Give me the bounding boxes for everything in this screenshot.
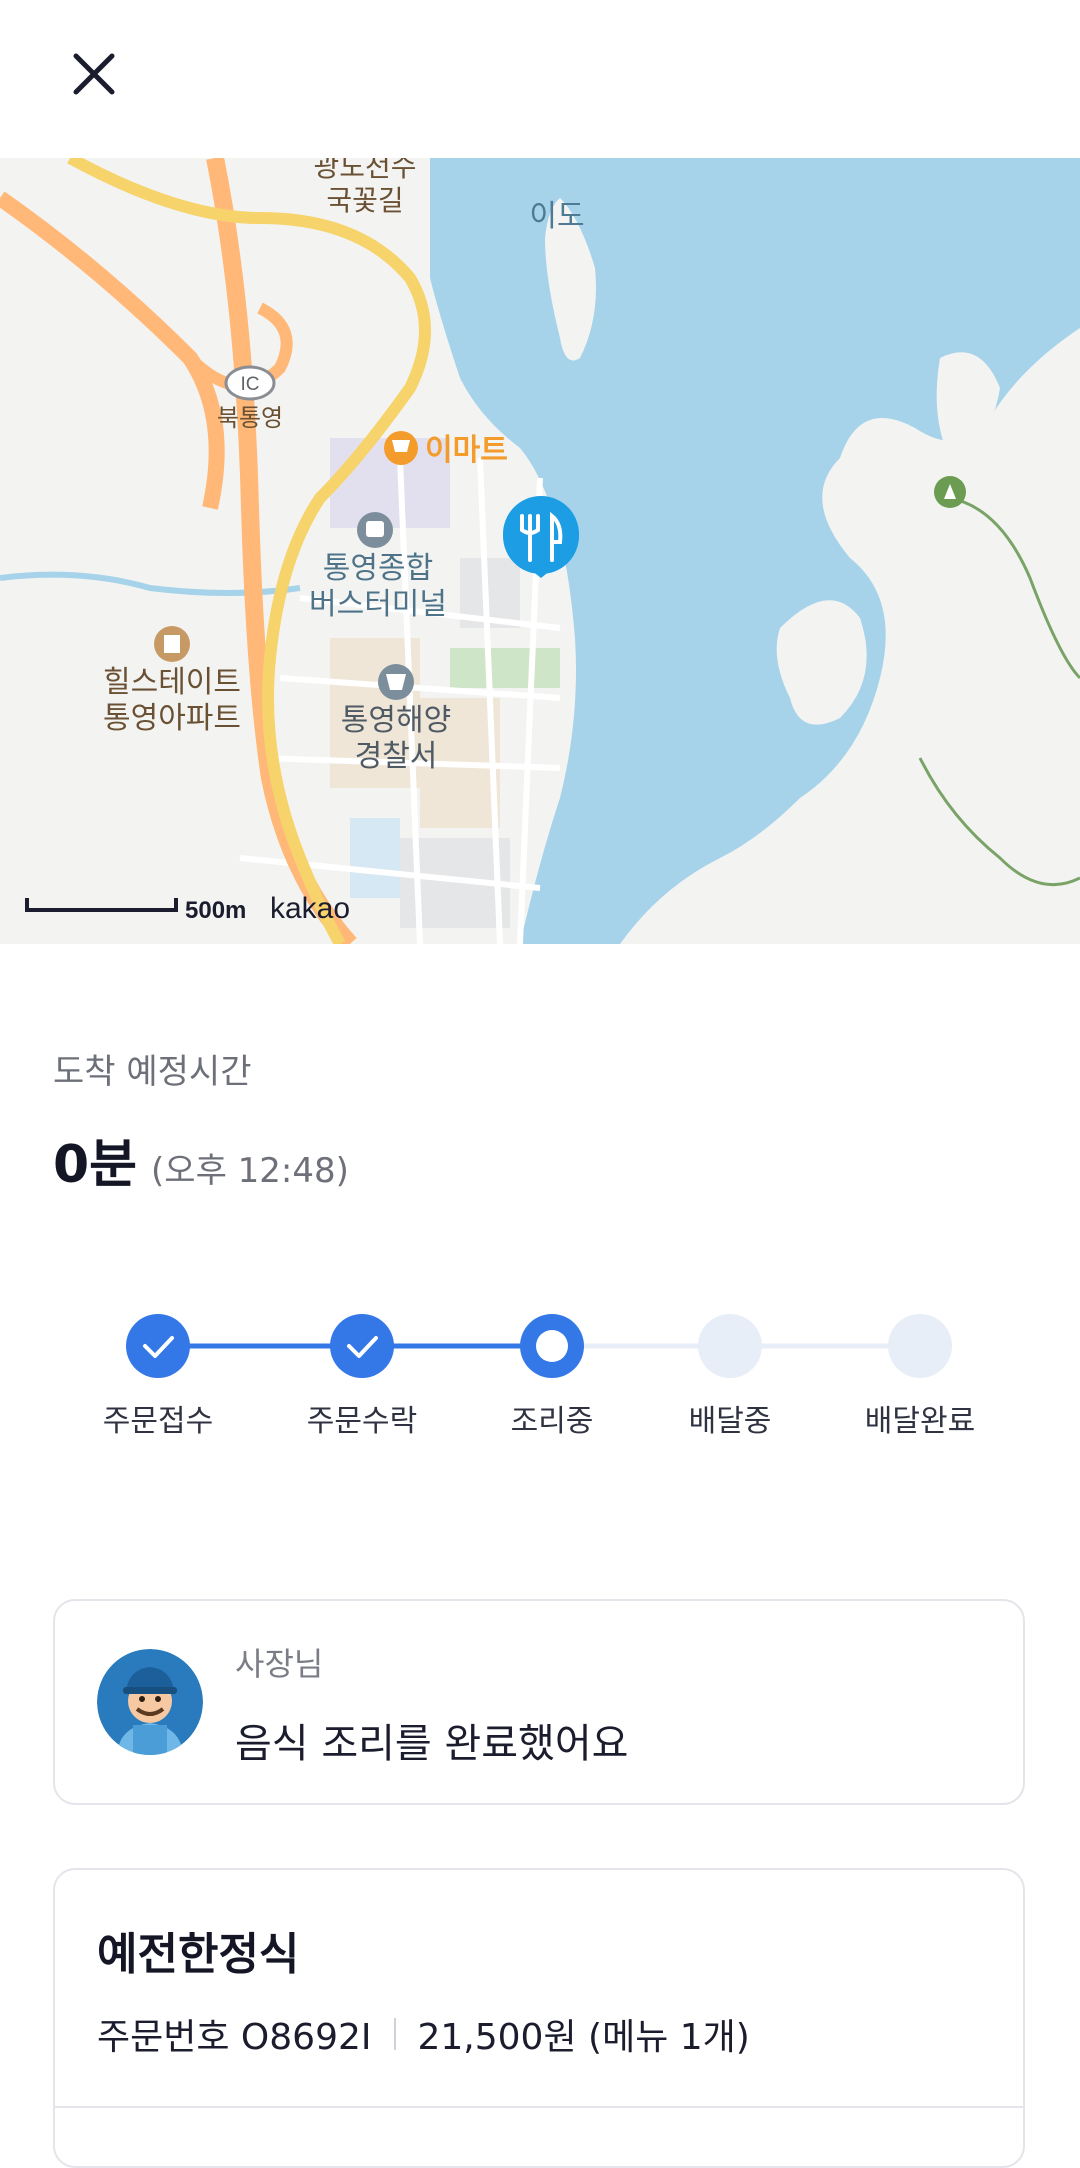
map-label-ic-name: 북통영 (217, 404, 283, 432)
map-ic-badge: IC (241, 374, 260, 395)
eta-row: 0분 (오후 12:48) (53, 1122, 349, 1195)
step-label-received: 주문접수 (102, 1404, 214, 1439)
eta-time: (오후 12:48) (151, 1151, 349, 1191)
step-label-delivered: 배달완료 (864, 1404, 976, 1439)
eta-label: 도착 예정시간 (53, 1052, 252, 1092)
top-bar (0, 0, 1080, 158)
step-label-accepted: 주문수락 (306, 1404, 418, 1439)
owner-message: 음식 조리를 완료했어요 (235, 1721, 629, 1767)
close-button[interactable] (66, 46, 122, 102)
close-icon (73, 53, 115, 95)
map-label-apt2: 통영아파트 (103, 701, 241, 736)
map-canvas: IC 북통영 광도천수 국꽃길 이도 이마트 통영종합 버스터미널 힐스테이트 … (0, 158, 1080, 944)
step-label-cooking: 조리중 (510, 1404, 594, 1439)
step-4-pending (698, 1314, 762, 1378)
order-info: 주문번호 O8692I 21,500원 (메뉴 1개) (97, 2008, 750, 2060)
order-summary-card[interactable]: 예전한정식 주문번호 O8692I 21,500원 (메뉴 1개) (53, 1868, 1025, 2168)
map-label-emart: 이마트 (425, 433, 508, 468)
step-5-pending (888, 1314, 952, 1378)
owner-name: 사장님 (235, 1645, 324, 1683)
map-label-island: 이도 (529, 199, 584, 234)
order-card-divider (55, 2106, 1023, 2108)
eta-minutes: 0분 (53, 1135, 138, 1195)
delivery-owner-avatar (97, 1649, 203, 1755)
map-label-police2: 경찰서 (355, 739, 438, 774)
step-3-current (520, 1314, 584, 1378)
owner-message-card: 사장님 음식 조리를 완료했어요 (53, 1599, 1025, 1805)
map-label-road2: 국꽃길 (326, 184, 403, 217)
map-provider-logo: kakao (270, 892, 350, 925)
step-1-done (126, 1314, 190, 1378)
order-info-divider (393, 2018, 396, 2050)
step-label-delivering: 배달중 (688, 1404, 772, 1439)
map-label-bus2: 버스터미널 (309, 587, 447, 622)
map-scale-label: 500m (185, 897, 246, 924)
delivery-map[interactable]: IC 북통영 광도천수 국꽃길 이도 이마트 통영종합 버스터미널 힐스테이트 … (0, 158, 1080, 944)
order-price-summary: 21,500원 (메뉴 1개) (417, 2017, 750, 2058)
store-name: 예전한정식 (97, 1929, 300, 1980)
order-number: 주문번호 O8692I (97, 2017, 372, 2058)
map-label-apt1: 힐스테이트 (103, 665, 241, 700)
map-label-road1: 광도천수 (313, 158, 416, 183)
map-label-bus1: 통영종합 (323, 551, 433, 586)
map-label-police1: 통영해양 (341, 703, 451, 738)
step-2-done (330, 1314, 394, 1378)
